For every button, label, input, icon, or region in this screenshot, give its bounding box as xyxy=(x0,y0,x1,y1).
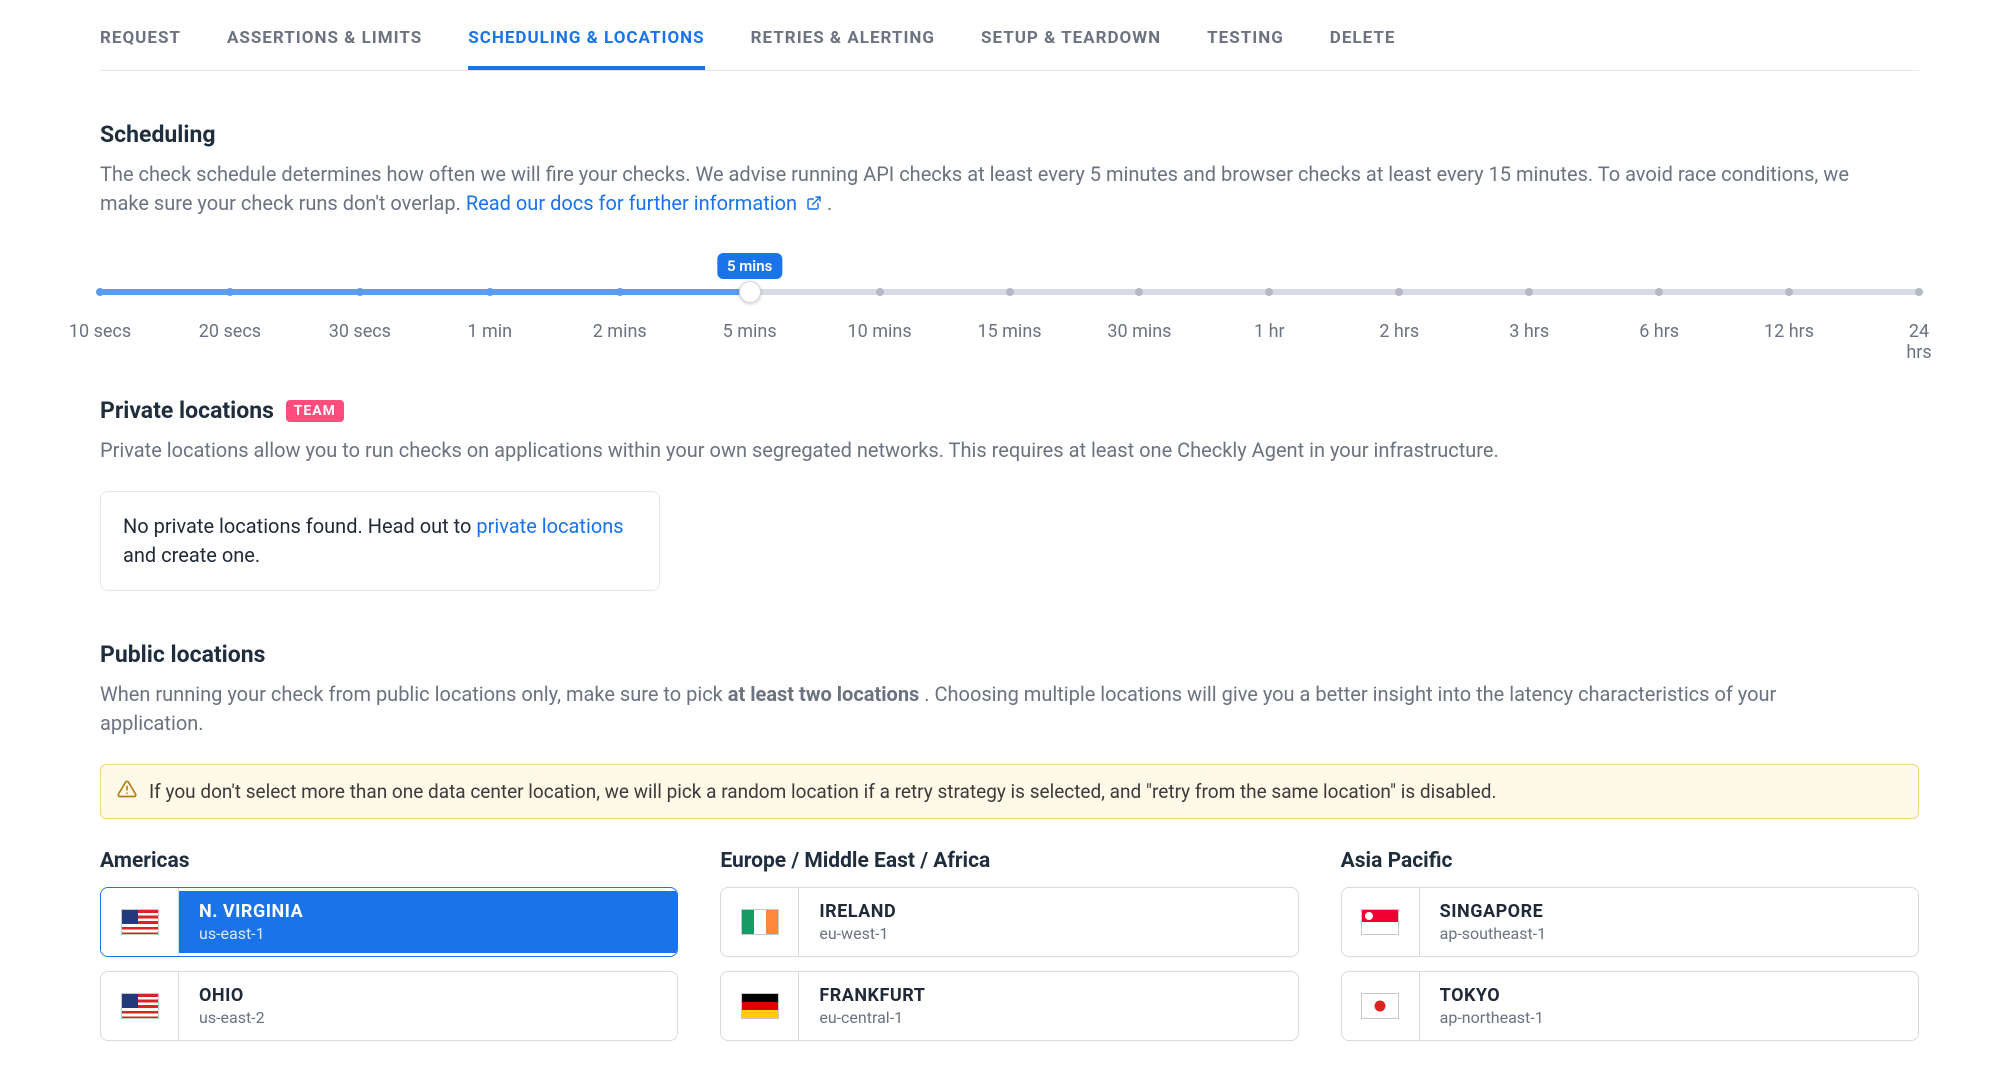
scheduling-desc-text: The check schedule determines how often … xyxy=(100,162,1849,215)
slider-tick-label: 24 hrs xyxy=(1906,321,1931,363)
slider-tick[interactable] xyxy=(1265,288,1273,296)
slider-tick-label: 6 hrs xyxy=(1639,321,1679,342)
slider-tick[interactable] xyxy=(1655,288,1663,296)
location-ap-southeast-1[interactable]: Singapore ap-southeast-1 xyxy=(1341,887,1919,957)
slider-tick-label: 2 hrs xyxy=(1379,321,1419,342)
private-locations-heading: Private locations TEAM xyxy=(100,397,1919,424)
slider-tick-label: 10 mins xyxy=(848,321,912,342)
slider-tick-label: 10 secs xyxy=(69,321,131,342)
slider-tick-label: 2 mins xyxy=(593,321,647,342)
public-desc-a: When running your check from public loca… xyxy=(100,682,728,706)
slider-tick-label: 12 hrs xyxy=(1764,321,1814,342)
tab-testing[interactable]: Testing xyxy=(1207,22,1284,70)
location-id: us-east-2 xyxy=(199,1008,657,1027)
public-desc-strong: at least two locations xyxy=(728,682,920,706)
slider-tick-label: 30 mins xyxy=(1107,321,1171,342)
warning-icon xyxy=(117,779,137,804)
slider-tick-label: 3 hrs xyxy=(1509,321,1549,342)
alert-text: If you don't select more than one data c… xyxy=(149,780,1496,803)
public-locations-heading: Public locations xyxy=(100,641,1919,668)
tab-request[interactable]: Request xyxy=(100,22,181,70)
tab-retries-alerting[interactable]: Retries & Alerting xyxy=(751,22,935,70)
location-id: eu-west-1 xyxy=(819,924,1277,943)
flag-icon xyxy=(721,888,799,956)
flag-icon xyxy=(1342,888,1420,956)
flag-icon xyxy=(1342,972,1420,1040)
empty-text-a: No private locations found. Head out to xyxy=(123,514,476,538)
slider-tick[interactable] xyxy=(1006,288,1014,296)
tab-setup-teardown[interactable]: Setup & Teardown xyxy=(981,22,1161,70)
scheduling-desc: The check schedule determines how often … xyxy=(100,160,1880,219)
slider-tick-label: 30 secs xyxy=(329,321,391,342)
slider-tick-label: 20 secs xyxy=(199,321,261,342)
flag-icon xyxy=(101,888,179,956)
location-warning-alert: If you don't select more than one data c… xyxy=(100,764,1919,819)
slider-tick[interactable] xyxy=(1525,288,1533,296)
slider-handle[interactable] xyxy=(739,281,761,303)
slider-tick[interactable] xyxy=(1135,288,1143,296)
slider-tick-label: 1 min xyxy=(467,321,512,342)
location-us-east-1[interactable]: N. Virginia us-east-1 xyxy=(100,887,678,957)
tab-delete[interactable]: Delete xyxy=(1330,22,1396,70)
location-name: Tokyo xyxy=(1440,985,1898,1006)
private-locations-empty: No private locations found. Head out to … xyxy=(100,491,660,591)
flag-icon xyxy=(721,972,799,1040)
location-name: N. Virginia xyxy=(199,901,657,922)
slider-tick[interactable] xyxy=(1915,288,1923,296)
frequency-slider[interactable]: 5 mins 10 secs20 secs30 secs1 min2 mins5… xyxy=(100,255,1919,347)
slider-tick[interactable] xyxy=(1395,288,1403,296)
slider-tick-label: 5 mins xyxy=(723,321,777,342)
empty-text-b: and create one. xyxy=(123,543,260,567)
location-name: Singapore xyxy=(1440,901,1898,922)
slider-tick[interactable] xyxy=(356,288,364,296)
slider-tick[interactable] xyxy=(486,288,494,296)
location-id: us-east-1 xyxy=(199,924,657,943)
location-id: ap-southeast-1 xyxy=(1440,924,1898,943)
region-heading: Asia Pacific xyxy=(1341,849,1919,873)
external-link-icon xyxy=(806,190,822,219)
slider-value-bubble: 5 mins xyxy=(717,253,782,279)
location-eu-central-1[interactable]: Frankfurt eu-central-1 xyxy=(720,971,1298,1041)
location-ap-northeast-1[interactable]: Tokyo ap-northeast-1 xyxy=(1341,971,1919,1041)
slider-tick[interactable] xyxy=(226,288,234,296)
docs-link[interactable]: Read our docs for further information xyxy=(466,191,827,215)
slider-tick[interactable] xyxy=(96,288,104,296)
slider-tick[interactable] xyxy=(616,288,624,296)
flag-icon xyxy=(101,972,179,1040)
scheduling-desc-tail: . xyxy=(827,191,832,215)
location-name: Ireland xyxy=(819,901,1277,922)
private-locations-link[interactable]: private locations xyxy=(476,514,623,538)
location-name: Frankfurt xyxy=(819,985,1277,1006)
location-name: Ohio xyxy=(199,985,657,1006)
scheduling-heading: Scheduling xyxy=(100,121,1919,148)
public-locations-desc: When running your check from public loca… xyxy=(100,680,1880,738)
docs-link-label: Read our docs for further information xyxy=(466,191,797,215)
slider-tick[interactable] xyxy=(1785,288,1793,296)
slider-tick-label: 15 mins xyxy=(977,321,1041,342)
location-id: eu-central-1 xyxy=(819,1008,1277,1027)
private-locations-heading-text: Private locations xyxy=(100,397,274,424)
team-badge: TEAM xyxy=(286,400,344,422)
region-heading: Americas xyxy=(100,849,678,873)
location-eu-west-1[interactable]: Ireland eu-west-1 xyxy=(720,887,1298,957)
tab-scheduling-locations[interactable]: Scheduling & Locations xyxy=(468,22,704,70)
slider-tick-label: 1 hr xyxy=(1254,321,1285,342)
tab-assertions-limits[interactable]: Assertions & Limits xyxy=(227,22,422,70)
region-heading: Europe / Middle East / Africa xyxy=(720,849,1298,873)
slider-tick[interactable] xyxy=(876,288,884,296)
location-us-east-2[interactable]: Ohio us-east-2 xyxy=(100,971,678,1041)
private-locations-desc: Private locations allow you to run check… xyxy=(100,436,1880,465)
location-id: ap-northeast-1 xyxy=(1440,1008,1898,1027)
